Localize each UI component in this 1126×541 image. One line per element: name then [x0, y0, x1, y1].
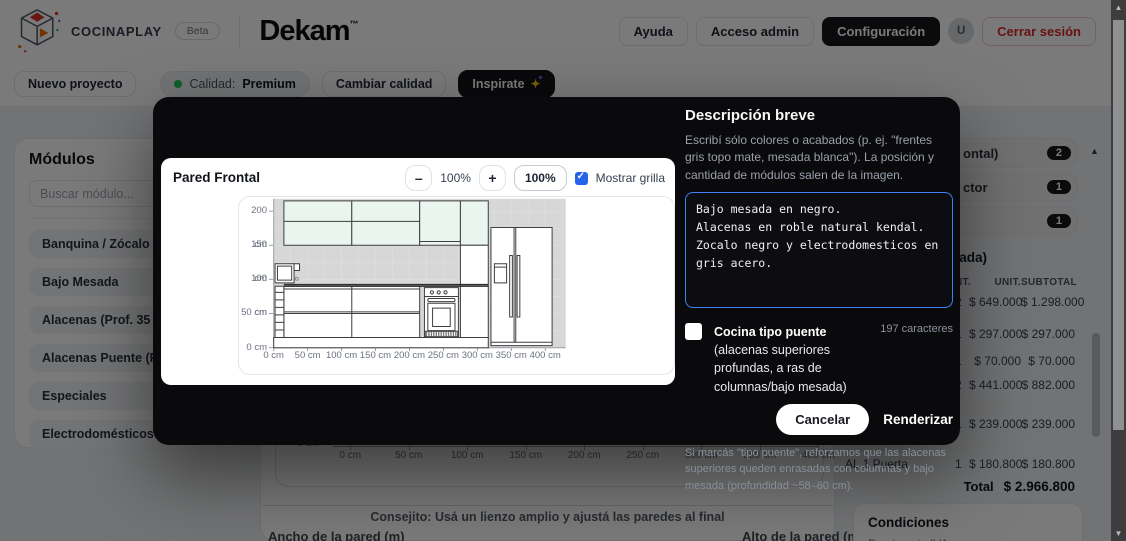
wall-title: Pared Frontal [173, 170, 260, 185]
scroll-down-arrow-icon[interactable]: ▼ [1111, 529, 1126, 538]
bridge-option-row: Cocina tipo puente (alacenas superiores … [685, 323, 953, 396]
bridge-kitchen-checkbox[interactable] [685, 323, 702, 340]
x-axis-tick-label: 150 cm [359, 350, 393, 361]
description-help-text: Escribí sólo colores o acabados (p. ej. … [685, 132, 953, 184]
x-axis-tick-label: 400 cm [528, 350, 562, 361]
upper-cabinet-module [420, 201, 461, 245]
y-tick-marks [269, 211, 273, 348]
x-axis-tick-label: 100 cm [325, 350, 359, 361]
oven-window [433, 308, 451, 326]
cancel-button[interactable]: Cancelar [776, 404, 869, 435]
zoom-level: 100% [440, 171, 471, 185]
x-axis-tick-label: 200 cm [392, 350, 426, 361]
description-panel: Descripción breve Escribí sólo colores o… [685, 107, 953, 494]
microwave-window [277, 266, 291, 280]
bridge-footnote: Si marcás "tipo puente", reforzamos que … [685, 445, 953, 495]
fridge-handle [510, 255, 513, 316]
canvas-controls: – 100% + 100% Mostrar grilla [405, 165, 665, 191]
oven-knob [437, 291, 440, 294]
x-axis-tick-label: 250 cm [426, 350, 460, 361]
microwave-panel [294, 264, 299, 271]
wall-preview-card: Pared Frontal – 100% + 100% Mostrar gril… [161, 158, 675, 385]
char-counter: 197 caracteres [880, 323, 953, 335]
oven-vent [425, 331, 458, 336]
render-description-modal: Pared Frontal – 100% + 100% Mostrar gril… [153, 97, 960, 445]
fridge-module [491, 227, 552, 345]
y-axis-tick-label: 200 cm [239, 194, 267, 228]
app-window: COCINAPLAY Beta Dekam™ Ayuda Acceso admi… [0, 0, 1126, 541]
bridge-label-rest: (alacenas superiores profundas, a ras de… [714, 343, 847, 393]
render-button[interactable]: Renderizar [883, 412, 953, 427]
upper-cabinet-module [284, 201, 352, 245]
canvas-y-ticks: 200 cm150 cm100 cm50 cm0 cm [239, 194, 267, 365]
page-scrollbar[interactable]: ▲ ▼ [1111, 0, 1126, 541]
scroll-up-arrow-icon[interactable]: ▲ [1111, 3, 1126, 12]
fridge-dispenser [494, 264, 506, 283]
show-grid-label: Mostrar grilla [596, 171, 665, 185]
upper-cabinet-module [460, 201, 488, 245]
toe-kick-module [274, 337, 489, 347]
wall-drawing-canvas[interactable]: 200 cm150 cm100 cm50 cm0 cm 0 cm50 cm100… [238, 196, 675, 375]
y-axis-tick-label: 100 cm [239, 262, 267, 296]
tall-column-module [460, 245, 488, 337]
description-title: Descripción breve [685, 107, 953, 124]
zoom-in-button[interactable]: + [479, 165, 506, 191]
x-axis-tick-label: 0 cm [257, 350, 291, 361]
fridge-handle [517, 255, 520, 316]
x-axis-tick-label: 350 cm [494, 350, 528, 361]
modal-actions: Cancelar Renderizar [685, 404, 953, 435]
oven-knob [430, 291, 433, 294]
canvas-x-ticks: 0 cm50 cm100 cm150 cm200 cm250 cm300 cm3… [257, 350, 562, 361]
x-axis-tick-label: 50 cm [291, 350, 325, 361]
bridge-label-bold: Cocina tipo puente [714, 325, 827, 339]
kitchen-elevation-drawing [239, 197, 674, 374]
bridge-kitchen-label: Cocina tipo puente (alacenas superiores … [714, 323, 864, 396]
zoom-reset-button[interactable]: 100% [514, 165, 567, 191]
oven-handle [428, 299, 455, 302]
description-textarea[interactable]: Bajo mesada en negro. Alacenas en roble … [685, 192, 953, 308]
y-axis-tick-label: 50 cm [239, 296, 267, 330]
show-grid-checkbox[interactable] [575, 172, 588, 185]
page-scrollbar-thumb[interactable] [1113, 20, 1124, 430]
upper-cabinet-module [352, 201, 420, 245]
x-axis-tick-label: 300 cm [460, 350, 494, 361]
y-axis-tick-label: 150 cm [239, 228, 267, 262]
zoom-out-button[interactable]: – [405, 165, 432, 191]
oven-knob [444, 291, 447, 294]
